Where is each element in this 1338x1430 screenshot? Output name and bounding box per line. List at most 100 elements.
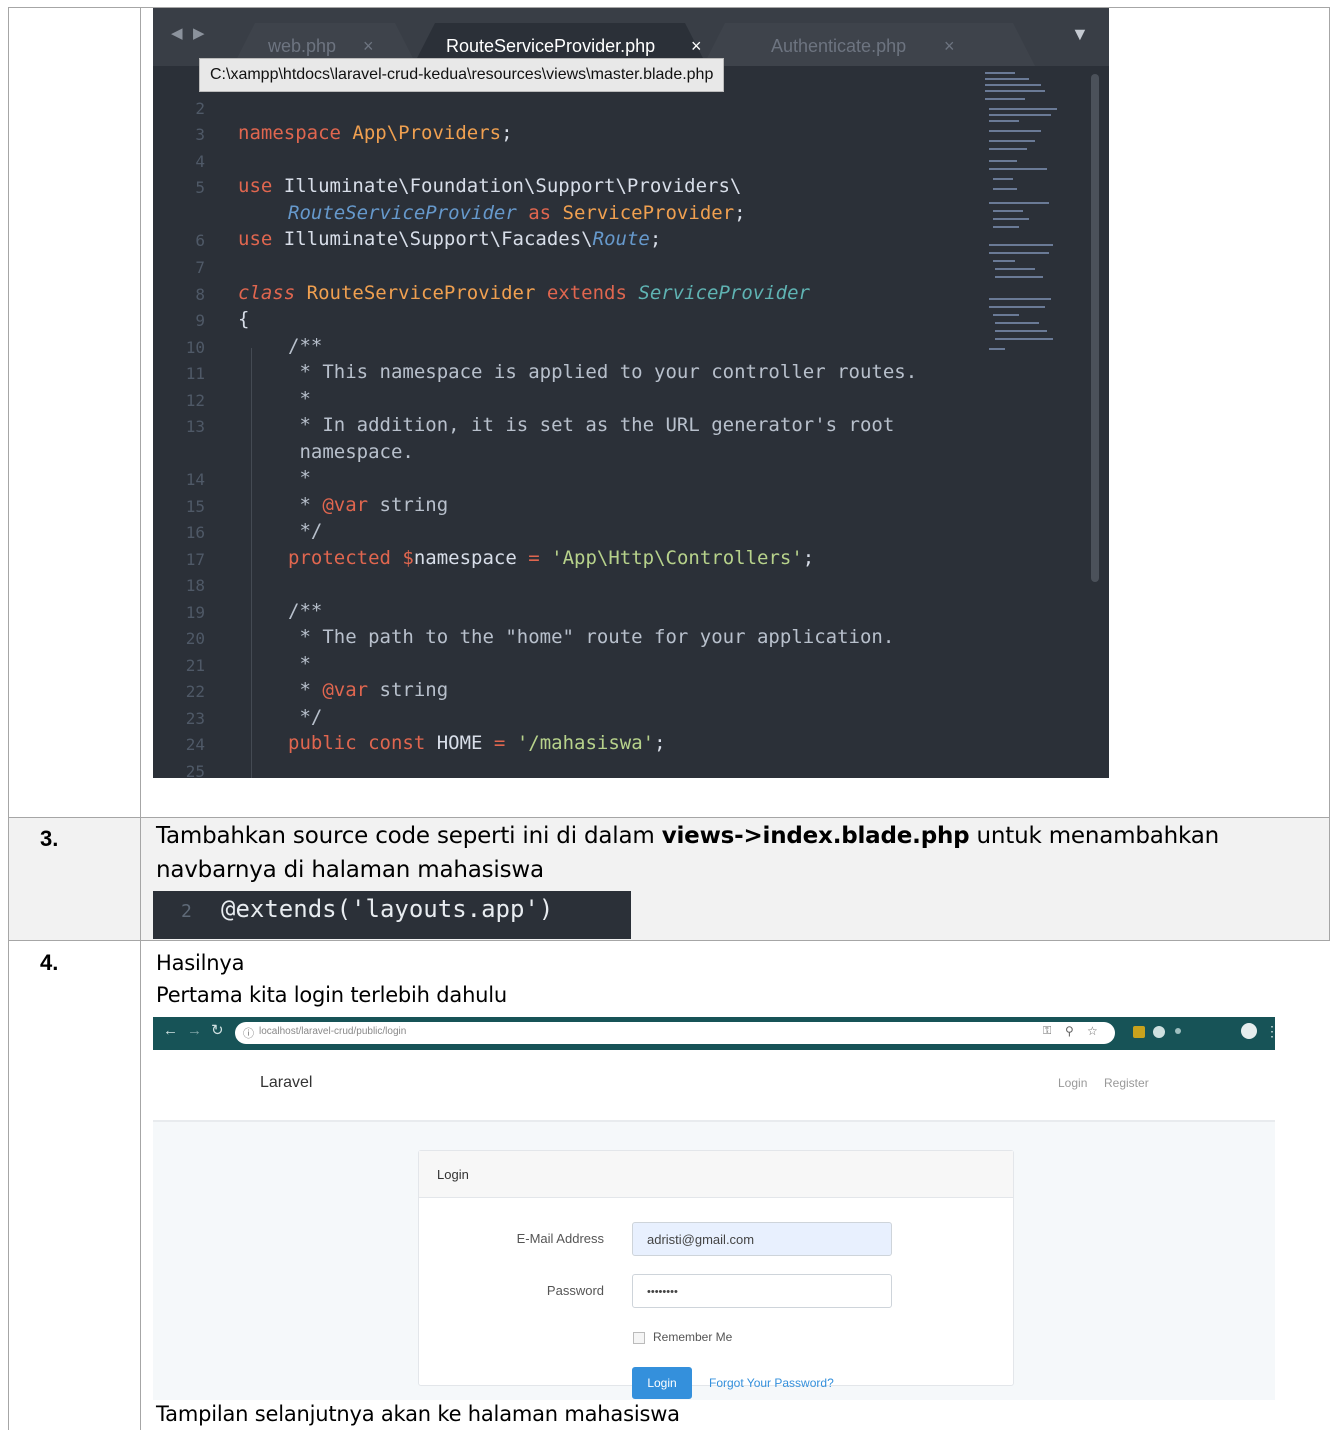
code-snippet-screenshot: 2 @extends('layouts.app'): [153, 891, 631, 939]
tab-label: Authenticate.php: [771, 36, 907, 56]
line-number: 12: [185, 391, 205, 410]
table-col-divider: [140, 7, 141, 1430]
line-number: 16: [185, 523, 205, 542]
back-icon[interactable]: ←: [163, 1022, 178, 1039]
extension-icon[interactable]: [1175, 1028, 1181, 1034]
browser-screenshot: ← → ↻ ⓘ localhost/laravel-crud/public/lo…: [153, 1017, 1275, 1400]
code-line: * @var string: [288, 679, 449, 701]
line-number: 24: [185, 735, 205, 754]
code-line: RouteServiceProvider as ServiceProvider;: [288, 202, 746, 224]
brand-link[interactable]: Laravel: [260, 1074, 312, 1092]
line-number: 13: [185, 417, 205, 436]
forward-icon[interactable]: →: [187, 1022, 202, 1039]
info-icon: ⓘ: [243, 1028, 254, 1040]
forward-arrow-icon[interactable]: ▶: [193, 24, 205, 42]
row-divider: [8, 940, 1330, 941]
code-line: * In addition, it is set as the URL gene…: [288, 414, 895, 436]
code-line: * This namespace is applied to your cont…: [288, 361, 918, 383]
line-number: 17: [185, 550, 205, 569]
line-number: 2: [181, 901, 192, 922]
password-label: Password: [546, 1283, 604, 1298]
editor-minimap[interactable]: [981, 68, 1071, 398]
star-icon[interactable]: ☆: [1087, 1024, 1098, 1038]
code-line: protected $namespace = 'App\Http\Control…: [288, 547, 815, 569]
code-line: /**: [288, 335, 323, 357]
code-line: class RouteServiceProvider extends Servi…: [238, 282, 810, 304]
line-number: 6: [195, 231, 205, 250]
step4-result-label: Hasilnya: [156, 951, 245, 975]
code-line: public const HOME = '/mahasiswa';: [288, 732, 666, 754]
remember-checkbox[interactable]: [633, 1332, 645, 1344]
table-col-divider-2: [140, 818, 141, 940]
code-line: /**: [288, 600, 323, 622]
zoom-icon[interactable]: ⚲: [1065, 1024, 1074, 1038]
tab-dropdown-icon[interactable]: ▼: [1071, 24, 1089, 45]
line-number: 20: [185, 629, 205, 648]
url-text: localhost/laravel-crud/public/login: [259, 1026, 407, 1037]
line-number: 22: [185, 682, 205, 701]
snippet-code: @extends('layouts.app'): [221, 895, 554, 923]
code-line: * @var string: [288, 494, 449, 516]
table-left-border: [8, 7, 9, 1430]
line-number: 8: [195, 285, 205, 304]
code-line: *: [288, 467, 311, 489]
line-number: 10: [185, 338, 205, 357]
close-icon[interactable]: ×: [944, 29, 955, 63]
card-title: Login: [437, 1167, 469, 1182]
code-line: *: [288, 388, 311, 410]
indent-guide: [251, 348, 252, 778]
code-line: namespace.: [288, 441, 414, 463]
line-number: 19: [185, 603, 205, 622]
code-line: use Illuminate\Foundation\Support\Provid…: [238, 175, 742, 197]
line-number: 14: [185, 470, 205, 489]
extension-icon[interactable]: [1153, 1026, 1165, 1038]
browser-toolbar: ← → ↻ ⓘ localhost/laravel-crud/public/lo…: [153, 1017, 1275, 1050]
code-line: */: [288, 520, 323, 542]
code-line: use Illuminate\Support\Facades\Route;: [238, 228, 662, 250]
code-line: namespace App\Providers;: [238, 122, 513, 144]
code-editor-screenshot: ◀ ▶ web.php × RouteServiceProvider.php ×…: [153, 8, 1109, 778]
nav-register-link[interactable]: Register: [1104, 1076, 1149, 1090]
email-field[interactable]: adristi@gmail.com: [632, 1222, 892, 1256]
line-number: 18: [185, 576, 205, 595]
reload-icon[interactable]: ↻: [211, 1021, 224, 1039]
login-button[interactable]: Login: [632, 1367, 692, 1399]
nav-login-link[interactable]: Login: [1058, 1076, 1087, 1090]
line-number: 3: [195, 125, 205, 144]
remember-label: Remember Me: [653, 1330, 733, 1344]
menu-icon[interactable]: ⋮: [1265, 1023, 1275, 1040]
extension-icon[interactable]: [1133, 1026, 1145, 1038]
code-line: * The path to the "home" route for your …: [288, 626, 895, 648]
step-number: 3.: [40, 826, 59, 851]
line-number: 4: [195, 152, 205, 171]
line-number: 25: [185, 762, 205, 778]
code-line: {: [238, 308, 250, 330]
editor-scrollbar[interactable]: [1091, 74, 1099, 582]
step-number: 4.: [40, 950, 59, 975]
code-line: *: [288, 653, 311, 675]
key-icon[interactable]: ⚿: [1043, 1025, 1051, 1038]
profile-icon[interactable]: [1241, 1023, 1257, 1039]
card-header: Login: [419, 1151, 1013, 1198]
line-number: 11: [185, 364, 205, 383]
email-label: E-Mail Address: [516, 1231, 604, 1246]
line-number: 2: [195, 99, 205, 118]
line-number: 5: [195, 178, 205, 197]
line-number: 23: [185, 709, 205, 728]
table-right-border: [1329, 7, 1330, 941]
step3-instruction: Tambahkan source code seperti ini di dal…: [156, 823, 1219, 849]
file-path-tooltip: C:\xampp\htdocs\laravel-crud-kedua\resou…: [199, 58, 725, 92]
line-number: 9: [195, 311, 205, 330]
code-line: */: [288, 706, 323, 728]
app-navbar: Laravel Login Register: [153, 1050, 1275, 1122]
line-number: 21: [185, 656, 205, 675]
login-card: Login E-Mail Address adristi@gmail.com P…: [418, 1150, 1014, 1399]
forgot-password-link[interactable]: Forgot Your Password?: [709, 1376, 834, 1390]
line-number: 7: [195, 258, 205, 277]
row-divider: [8, 817, 1330, 818]
address-bar[interactable]: ⓘ localhost/laravel-crud/public/login ⚿ …: [235, 1022, 1115, 1044]
back-arrow-icon[interactable]: ◀: [171, 24, 183, 42]
step4-next-text: Tampilan selanjutnya akan ke halaman mah…: [156, 1402, 680, 1426]
step4-login-text: Pertama kita login terlebih dahulu: [156, 983, 508, 1007]
password-field[interactable]: ••••••••: [632, 1274, 892, 1308]
